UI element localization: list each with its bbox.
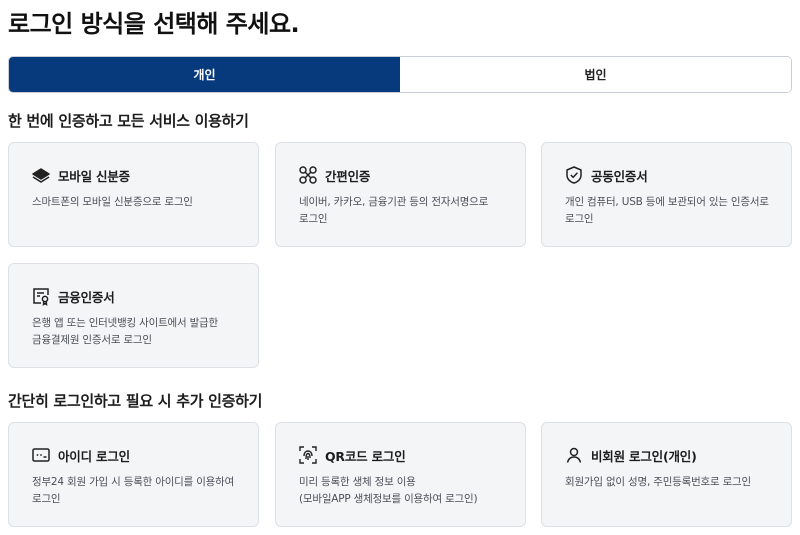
card-description: 은행 앱 또는 인터넷뱅킹 사이트에서 발급한 금융결제원 인증서로 로그인 [32,317,218,346]
card-guest-login[interactable]: 비회원 로그인(개인) 회원가입 없이 성명, 주민등록번호로 로그인 [541,422,792,527]
card-joint-certificate[interactable]: 공동인증서 개인 컴퓨터, USB 등에 보관되어 있는 인증서로 로그인 [541,142,792,247]
mobile-id-icon [31,165,51,185]
card-title: 금융인증서 [58,289,115,305]
card-title: 공동인증서 [591,168,648,184]
card-title: QR코드 로그인 [325,448,406,464]
card-title: 비회원 로그인(개인) [591,448,697,464]
card-title: 아이디 로그인 [58,448,130,464]
card-title: 간편인증 [325,168,371,184]
card-title: 모바일 신분증 [58,168,130,184]
certificate-icon [31,286,51,306]
card-description: 네이버, 카카오, 금융기관 등의 전자서명으로 로그인 [299,196,489,225]
section-title-simple-login: 간단히 로그인하고 필요 시 추가 인증하기 [8,392,263,410]
card-id-login[interactable]: 아이디 로그인 정부24 회원 가입 시 등록한 아이디를 이용하여 로그인 [8,422,259,527]
card-qr-login[interactable]: QR코드 로그인 미리 등록한 생체 정보 이용 (모바일APP 생체정보를 이… [275,422,526,527]
tab-corporate[interactable]: 법인 [400,57,791,92]
card-description: 스마트폰의 모바일 신분증으로 로그인 [32,196,193,208]
section-title-full-auth: 한 번에 인증하고 모든 서비스 이용하기 [8,112,249,130]
card-simple-auth[interactable]: 간편인증 네이버, 카카오, 금융기관 등의 전자서명으로 로그인 [275,142,526,247]
simple-auth-icon [298,165,318,185]
id-password-icon [31,445,51,465]
person-icon [564,445,584,465]
tab-personal[interactable]: 개인 [9,57,400,92]
card-description: 개인 컴퓨터, USB 등에 보관되어 있는 인증서로 로그인 [565,196,769,225]
card-description: 정부24 회원 가입 시 등록한 아이디를 이용하여 로그인 [32,476,235,505]
qr-fingerprint-icon [298,445,318,465]
page-title: 로그인 방식을 선택해 주세요. [8,10,300,38]
card-description: 미리 등록한 생체 정보 이용 (모바일APP 생체정보를 이용하여 로그인) [299,476,478,505]
login-type-tabs: 개인 법인 [8,56,792,93]
card-mobile-id[interactable]: 모바일 신분증 스마트폰의 모바일 신분증으로 로그인 [8,142,259,247]
shield-check-icon [564,165,584,185]
card-financial-certificate[interactable]: 금융인증서 은행 앱 또는 인터넷뱅킹 사이트에서 발급한 금융결제원 인증서로… [8,263,259,368]
card-description: 회원가입 없이 성명, 주민등록번호로 로그인 [565,476,751,488]
